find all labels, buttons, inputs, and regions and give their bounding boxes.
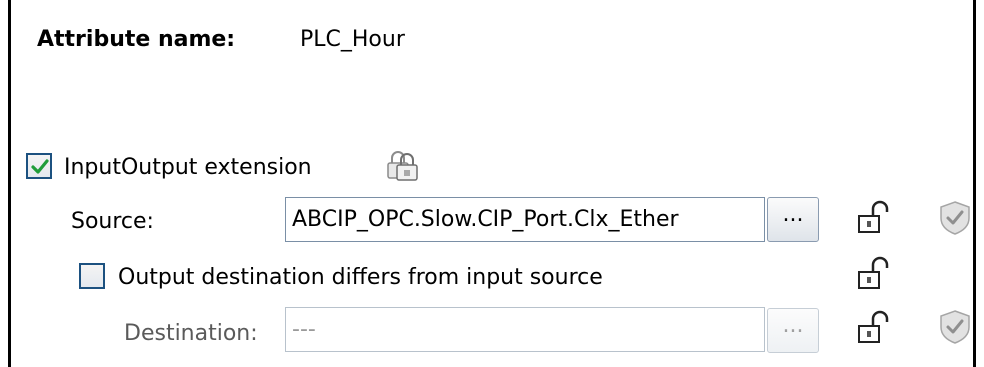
source-input[interactable]: ABCIP_OPC.Slow.CIP_Port.Clx_Ether — [285, 197, 765, 242]
io-extension-checkbox[interactable] — [26, 153, 52, 179]
output-differs-checkbox[interactable] — [79, 263, 105, 289]
destination-label: Destination: — [124, 321, 258, 346]
source-browse-button[interactable]: ... — [767, 197, 819, 242]
attribute-name-label: Attribute name: — [37, 27, 236, 52]
source-unlocked-padlock-icon[interactable] — [855, 199, 891, 239]
output-unlocked-padlock-icon[interactable] — [855, 255, 891, 295]
source-label: Source: — [71, 209, 154, 234]
destination-unlocked-padlock-icon[interactable] — [855, 309, 891, 349]
destination-input[interactable]: --- — [285, 307, 765, 352]
source-check-shield-icon[interactable] — [937, 200, 973, 240]
multi-lock-icon[interactable] — [383, 148, 423, 188]
output-differs-label: Output destination differs from input so… — [118, 265, 603, 290]
io-extension-label: InputOutput extension — [64, 155, 312, 180]
checkmark-icon — [31, 159, 49, 174]
destination-browse-button[interactable]: ... — [767, 308, 819, 353]
attribute-name-value: PLC_Hour — [300, 27, 405, 52]
destination-check-shield-icon[interactable] — [937, 309, 973, 349]
